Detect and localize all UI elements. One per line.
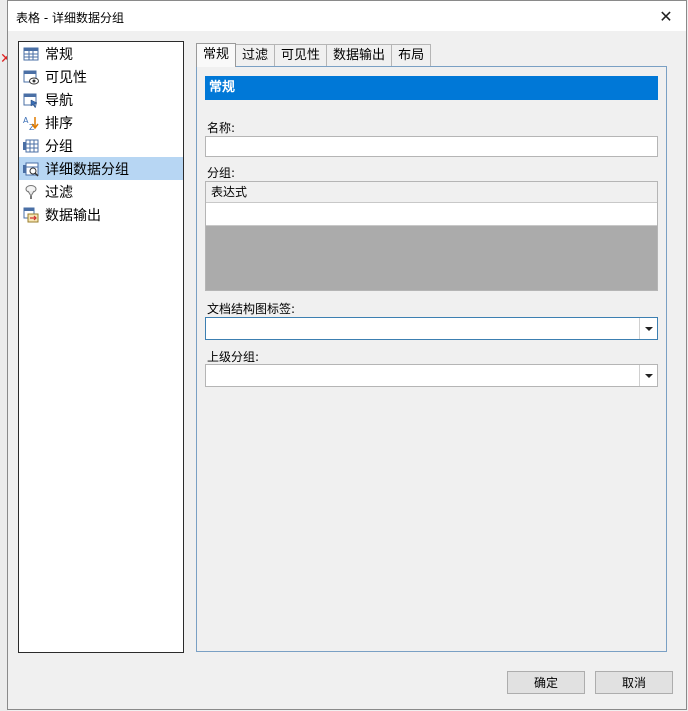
close-icon[interactable]: ✕	[654, 5, 678, 27]
parent-group-combo[interactable]	[205, 364, 658, 387]
filter-icon	[25, 184, 37, 199]
nav-item-filter[interactable]: 过滤	[19, 180, 183, 203]
group-expression-grid: 表达式	[205, 181, 658, 291]
parent-group-dropdown-button[interactable]	[639, 365, 657, 386]
group-icon	[23, 139, 39, 152]
tab-panel-general: 常规 名称: 分组: 表达式 文档结构图标签: 上级分组:	[196, 66, 667, 652]
nav-item-label: 过滤	[45, 184, 73, 201]
nav-item-label: 分组	[45, 138, 73, 155]
nav-item-label: 数据输出	[45, 207, 101, 224]
nav-item-general[interactable]: 常规	[19, 42, 183, 65]
nav-item-visibility[interactable]: 可见性	[19, 65, 183, 88]
name-label: 名称:	[207, 121, 236, 135]
nav-item-label: 导航	[45, 92, 73, 109]
grid-row-new[interactable]	[206, 203, 657, 226]
nav-item-detail-group[interactable]: 详细数据分组	[19, 157, 183, 180]
tab-strip: 常规 过滤 可见性 数据输出 布局	[196, 43, 432, 67]
visibility-icon	[23, 70, 39, 84]
ok-button[interactable]: 确定	[507, 671, 585, 694]
grid-column-expression[interactable]: 表达式	[206, 182, 657, 203]
parent-group-label: 上级分组:	[207, 350, 260, 364]
nav-item-sort[interactable]: A Z 排序	[19, 111, 183, 134]
title-bar[interactable]: 表格 - 详细数据分组 ✕	[8, 1, 686, 31]
nav-item-navigation[interactable]: 导航	[19, 88, 183, 111]
sort-icon: A Z	[23, 116, 39, 131]
table-icon	[23, 47, 39, 60]
section-header: 常规	[205, 76, 658, 100]
tab-layout[interactable]: 布局	[391, 44, 432, 66]
nav-item-label: 排序	[45, 115, 73, 132]
dialog-window: 表格 - 详细数据分组 ✕ 常规 可见性 导航 A Z 排序 分组 详细数据分组…	[7, 0, 687, 710]
chevron-down-icon	[644, 326, 653, 331]
navigation-icon	[23, 93, 38, 108]
nav-item-group[interactable]: 分组	[19, 134, 183, 157]
cancel-button[interactable]: 取消	[595, 671, 673, 694]
background-close-icon: ✕	[0, 51, 12, 67]
doc-map-combo[interactable]	[205, 317, 658, 340]
window-title: 表格 - 详细数据分组	[16, 11, 124, 25]
data-output-icon	[23, 207, 39, 222]
group-label: 分组:	[207, 166, 236, 180]
tab-general[interactable]: 常规	[196, 43, 237, 67]
doc-map-dropdown-button[interactable]	[639, 318, 657, 339]
nav-item-label: 常规	[45, 46, 73, 63]
detail-group-icon	[23, 162, 39, 177]
nav-item-data-output[interactable]: 数据输出	[19, 203, 183, 226]
nav-list: 常规 可见性 导航 A Z 排序 分组 详细数据分组 过滤 数据输出	[18, 41, 184, 653]
name-input[interactable]	[205, 136, 658, 157]
tab-data-output[interactable]: 数据输出	[326, 44, 393, 66]
chevron-down-icon	[644, 373, 653, 378]
doc-map-label: 文档结构图标签:	[207, 302, 296, 316]
tab-visibility[interactable]: 可见性	[274, 44, 328, 66]
nav-item-label: 可见性	[45, 69, 87, 86]
nav-item-label: 详细数据分组	[45, 161, 129, 178]
tab-filter[interactable]: 过滤	[235, 44, 276, 66]
